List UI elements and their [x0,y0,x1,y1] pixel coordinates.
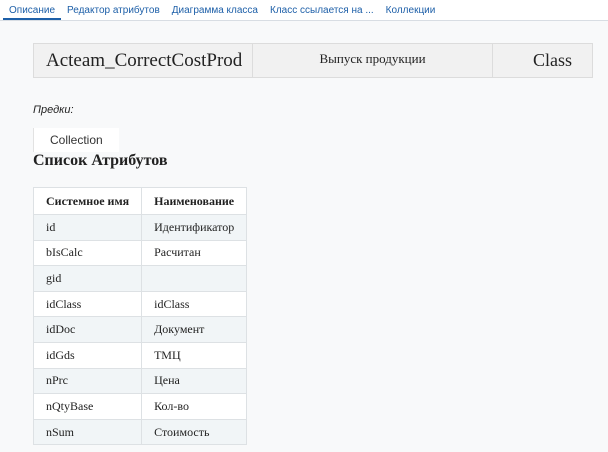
ancestor-item[interactable]: Collection [33,128,119,152]
column-header-display-name: Наименование [141,187,248,215]
ancestors-label: Предки: [33,104,74,116]
table-header-row: Системное имя Наименование [32,187,248,215]
attribute-system-name: nPrc [32,367,143,395]
attribute-system-name: nQtyBase [32,393,143,420]
attributes-table: Системное имя Наименование id Идентифика… [32,187,248,446]
attribute-display-name: Расчитан [141,239,248,267]
class-caption: Выпуск продукции [253,44,493,77]
table-row: nPrc Цена [32,367,248,395]
tab-attribute-editor[interactable]: Редактор атрибутов [61,0,166,20]
attribute-display-name: Цена [141,367,248,395]
attribute-display-name [141,265,248,292]
class-header: Acteam_CorrectCostProd Выпуск продукции … [33,43,593,78]
attribute-display-name: ТМЦ [141,341,248,369]
class-kind: Class [532,50,572,70]
table-row: idGds ТМЦ [32,341,248,369]
attribute-display-name: Идентификатор [141,214,248,241]
attribute-system-name: idClass [32,290,143,318]
tab-description[interactable]: Описание [3,0,62,20]
attribute-system-name: bIsCalc [32,239,143,267]
attribute-system-name: gid [32,265,143,292]
attributes-title: Список Атрибутов [33,152,168,169]
table-row: idClass idClass [32,290,248,318]
attribute-display-name: Стоимость [141,418,248,446]
class-name: Acteam_CorrectCostProd [34,44,253,77]
attribute-system-name: id [32,214,143,241]
attribute-system-name: idGds [32,341,143,369]
attribute-system-name: idDoc [32,316,143,343]
tab-bar: Описание Редактор атрибутов Диаграмма кл… [0,0,608,21]
table-row: bIsCalc Расчитан [32,239,248,267]
tab-collections[interactable]: Коллекции [380,0,442,20]
attribute-display-name: Документ [141,316,248,343]
table-row: nSum Стоимость [32,418,248,446]
tab-class-references[interactable]: Класс ссылается на ... [264,0,380,20]
column-header-system-name: Системное имя [32,187,143,215]
table-row: idDoc Документ [32,316,248,343]
table-row: id Идентификатор [32,214,248,241]
tab-class-diagram[interactable]: Диаграмма класса [166,0,264,20]
attribute-display-name: Кол-во [141,393,248,420]
table-row: gid [32,265,248,292]
attribute-system-name: nSum [32,418,143,446]
attribute-display-name: idClass [141,290,248,318]
table-row: nQtyBase Кол-во [32,393,248,420]
